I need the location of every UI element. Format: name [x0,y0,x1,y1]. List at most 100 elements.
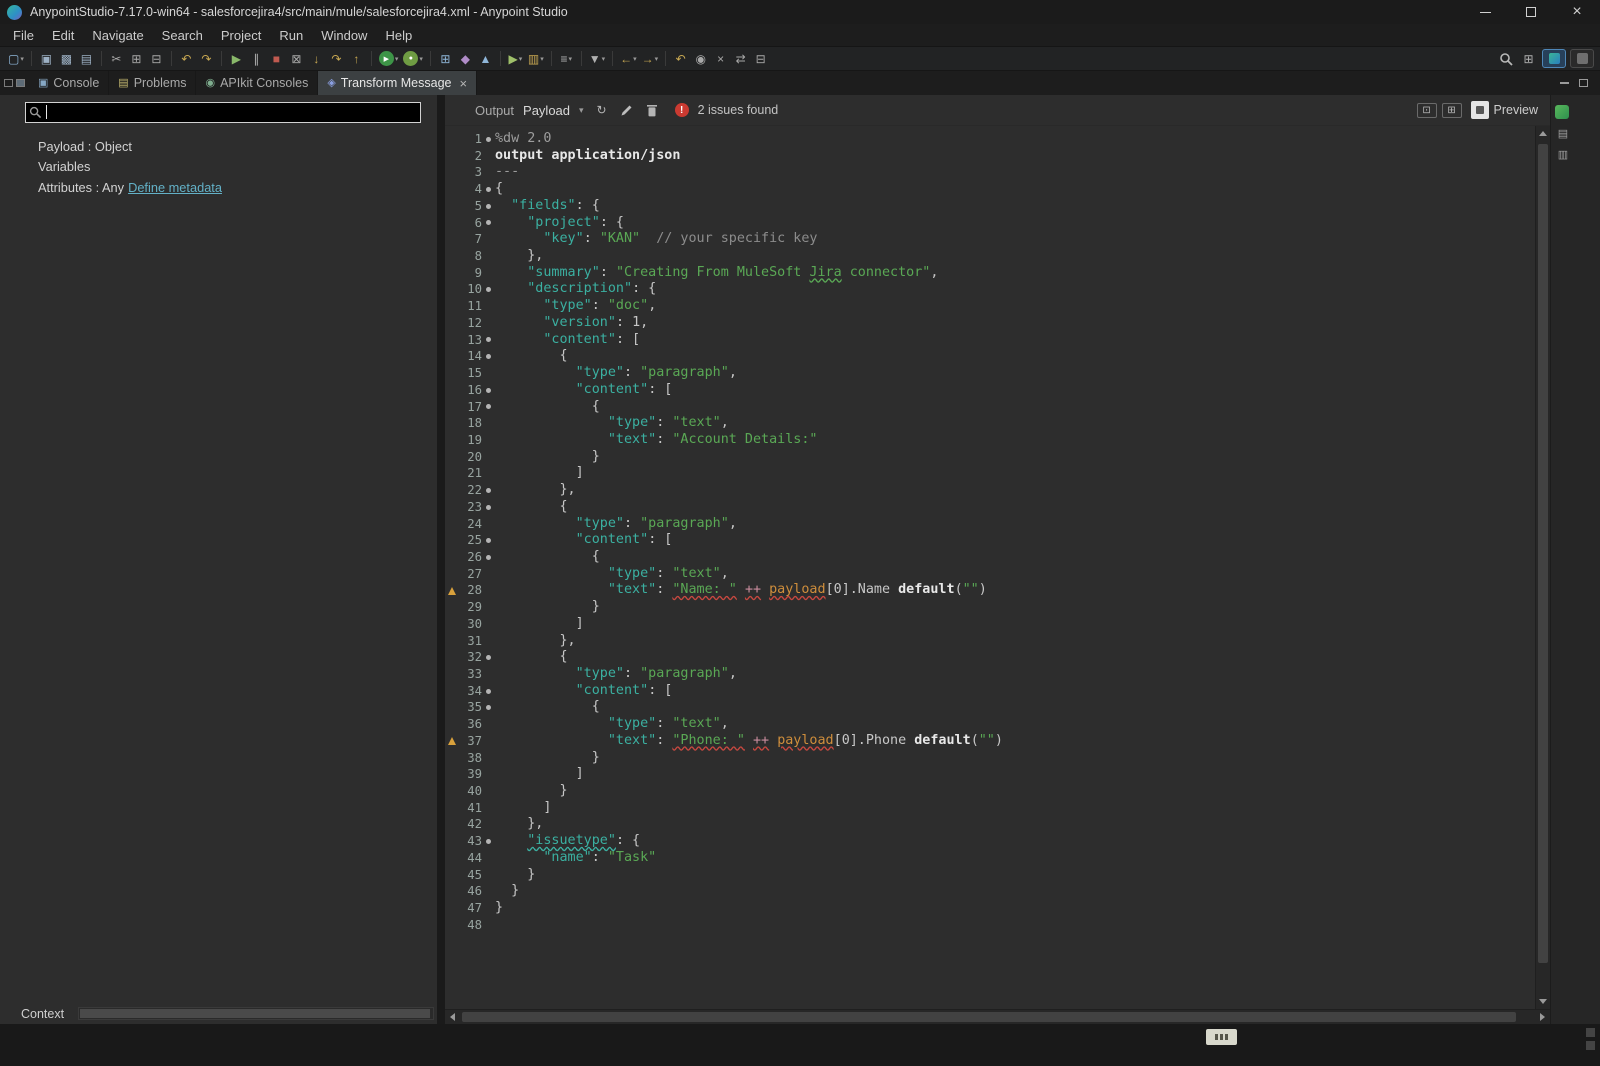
last-edit-location-icon[interactable]: ↶ [671,49,690,69]
mule-palette-icon[interactable] [1555,105,1569,119]
step-return-icon[interactable]: ↑ [347,49,366,69]
warning-marker-icon[interactable] [448,737,456,745]
fold-marker-icon[interactable] [486,705,491,710]
step-over-icon[interactable]: ↷ [327,49,346,69]
redo-icon[interactable]: ↷ [197,49,216,69]
chevron-down-icon[interactable]: ▾ [579,105,584,116]
source-only-view-icon[interactable]: ⊡ [1417,103,1437,118]
scroll-right-icon[interactable] [1535,1010,1550,1024]
resume-icon[interactable]: ▶ [227,49,246,69]
tab-console[interactable]: ▣Console [29,71,109,95]
debug-icon[interactable]: ●▾ [401,49,425,69]
define-metadata-link[interactable]: Define metadata [128,180,222,195]
pause-icon[interactable]: ∥ [247,49,266,69]
preview-toggle-icon[interactable] [1471,101,1489,119]
vertical-scroll-thumb[interactable] [1538,144,1548,963]
collapse-all-icon[interactable]: ⊟ [751,49,770,69]
tab-transform-message[interactable]: ◈Transform Message× [318,71,477,95]
global-elements-icon[interactable]: ◆ [456,49,475,69]
fold-marker-icon[interactable] [486,488,491,493]
fold-marker-icon[interactable] [486,388,491,393]
trim-view-icon[interactable] [4,79,13,87]
maximize-button[interactable] [1508,0,1554,24]
payload-dropdown[interactable]: Payload [523,103,570,118]
tab-problems[interactable]: ▤Problems [109,71,196,95]
fold-marker-icon[interactable] [486,538,491,543]
tab-apikit-consoles[interactable]: ◉APIkit Consoles [196,71,318,95]
open-perspective-icon[interactable]: ⊞ [1519,49,1538,69]
fold-marker-icon[interactable] [486,689,491,694]
trim-view-filled-icon[interactable] [16,79,25,87]
tree-item-1[interactable]: Variables [38,157,437,178]
paste-icon[interactable]: ⊟ [147,49,166,69]
input-panel-hscrollbar[interactable] [78,1007,434,1020]
fold-marker-icon[interactable] [486,354,491,359]
mule-perspective-button[interactable] [1542,49,1566,68]
menu-search[interactable]: Search [153,26,212,45]
warning-marker-icon[interactable] [448,587,456,595]
scroll-left-icon[interactable] [445,1010,460,1024]
horizontal-scroll-thumb[interactable] [462,1012,1516,1022]
menu-window[interactable]: Window [312,26,376,45]
scroll-up-icon[interactable] [1536,126,1550,141]
search-icon[interactable] [1496,49,1515,69]
fold-marker-icon[interactable] [486,337,491,342]
menu-help[interactable]: Help [376,26,421,45]
issues-count[interactable]: 2 issues found [698,103,779,117]
fold-marker-icon[interactable] [486,220,491,225]
fold-marker-icon[interactable] [486,137,491,142]
coverage-icon[interactable]: ▥▾ [526,49,546,69]
fold-marker-icon[interactable] [486,287,491,292]
scrollbar-thumb[interactable] [80,1009,430,1018]
external-tools-icon[interactable]: ▶▾ [506,49,525,69]
forward-icon[interactable]: →▾ [640,49,661,69]
menu-edit[interactable]: Edit [43,26,83,45]
vertical-scroll-track[interactable] [1536,141,1550,994]
maximize-view-icon[interactable] [1579,79,1588,87]
fold-marker-icon[interactable] [486,505,491,510]
split-view-icon[interactable]: ⊞ [1442,103,1462,118]
refresh-icon[interactable]: ↻ [597,103,607,117]
metadata-search-input[interactable] [25,102,421,123]
horizontal-scrollbar[interactable] [445,1009,1550,1024]
menu-navigate[interactable]: Navigate [83,26,152,45]
tree-item-0[interactable]: Payload : Object [38,136,437,157]
close-button[interactable]: × [1554,0,1600,24]
fold-marker-icon[interactable] [486,655,491,660]
debug-perspective-button[interactable] [1570,49,1594,68]
cut-icon[interactable]: ✂ [107,49,126,69]
fold-marker-icon[interactable] [486,204,491,209]
step-into-icon[interactable]: ↓ [307,49,326,69]
filters-icon[interactable]: ▼▾ [587,49,607,69]
save-all-icon[interactable]: ▩ [57,49,76,69]
remove-all-marks-icon[interactable]: × [711,49,730,69]
fold-marker-icon[interactable] [486,555,491,560]
code-area[interactable]: 1%dw 2.02output application/json3---4{5 … [445,126,1535,1009]
edit-icon[interactable] [620,104,633,117]
disconnect-icon[interactable]: ⊠ [287,49,306,69]
new-mule-project-icon[interactable]: ⊞ [436,49,455,69]
deploy-application-icon[interactable]: ▲ [476,49,495,69]
new-wizard-icon[interactable]: ▢▾ [6,49,26,69]
restore-view-icon[interactable]: ▥ [1555,147,1571,161]
minimize-view-icon[interactable] [1560,82,1569,84]
menu-project[interactable]: Project [212,26,270,45]
scroll-down-icon[interactable] [1536,994,1550,1009]
back-icon[interactable]: ←▾ [618,49,639,69]
preview-label[interactable]: Preview [1494,103,1538,117]
keyboard-icon[interactable] [1206,1029,1237,1045]
fold-marker-icon[interactable] [486,839,491,844]
close-tab-icon[interactable]: × [459,76,467,91]
menu-file[interactable]: File [4,26,43,45]
pin-editor-icon[interactable]: ◉ [691,49,710,69]
horizontal-scroll-track[interactable] [460,1010,1535,1024]
link-with-editor-icon[interactable]: ⇄ [731,49,750,69]
panel-sash[interactable] [437,95,445,1024]
copy-icon[interactable]: ⊞ [127,49,146,69]
fold-marker-icon[interactable] [486,404,491,409]
undo-icon[interactable]: ↶ [177,49,196,69]
vertical-scrollbar[interactable] [1535,126,1550,1009]
save-icon[interactable]: ▣ [37,49,56,69]
menu-run[interactable]: Run [270,26,312,45]
print-icon[interactable]: ▤ [77,49,96,69]
